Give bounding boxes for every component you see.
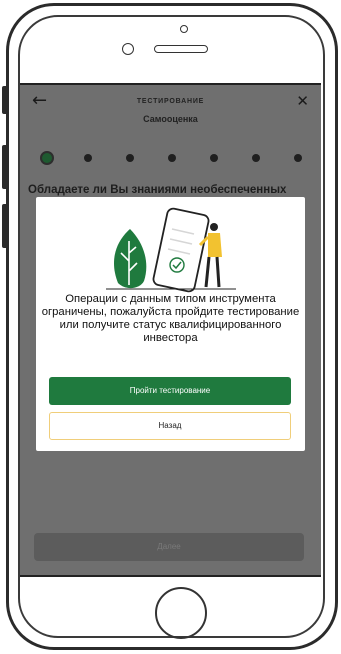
step-dot — [84, 154, 92, 162]
sensor-dot — [180, 25, 188, 33]
volume-up-button — [2, 145, 8, 189]
step-dot — [126, 154, 134, 162]
app-screen: ← ТЕСТИРОВАНИЕ Самооценка ✕ Обладаете ли… — [20, 83, 321, 577]
home-button[interactable] — [155, 587, 207, 639]
next-button[interactable]: Далее — [34, 533, 304, 561]
header-bar: ← ТЕСТИРОВАНИЕ Самооценка ✕ — [20, 85, 321, 129]
page-title: ТЕСТИРОВАНИЕ — [136, 98, 205, 105]
back-button[interactable]: Назад — [49, 412, 291, 440]
phone-with-person-and-leaf-icon — [106, 207, 236, 293]
close-icon[interactable]: ✕ — [296, 91, 309, 111]
question-text: Обладаете ли Вы знаниями необеспеченных — [28, 184, 287, 196]
start-testing-button[interactable]: Пройти тестирование — [49, 377, 291, 405]
restriction-message: Операции с данным типом инструмента огра… — [41, 293, 300, 344]
front-camera — [122, 43, 134, 55]
volume-down-button — [2, 204, 8, 248]
step-dot — [168, 154, 176, 162]
page-subtitle: Самооценка — [143, 114, 198, 124]
step-dot — [294, 154, 302, 162]
earpiece-speaker — [154, 45, 208, 53]
restriction-modal: Операции с данным типом инструмента огра… — [36, 197, 305, 451]
step-dot-current — [40, 151, 54, 165]
progress-stepper — [40, 151, 310, 165]
mute-switch — [2, 86, 8, 114]
step-dot — [252, 154, 260, 162]
step-dot — [210, 154, 218, 162]
